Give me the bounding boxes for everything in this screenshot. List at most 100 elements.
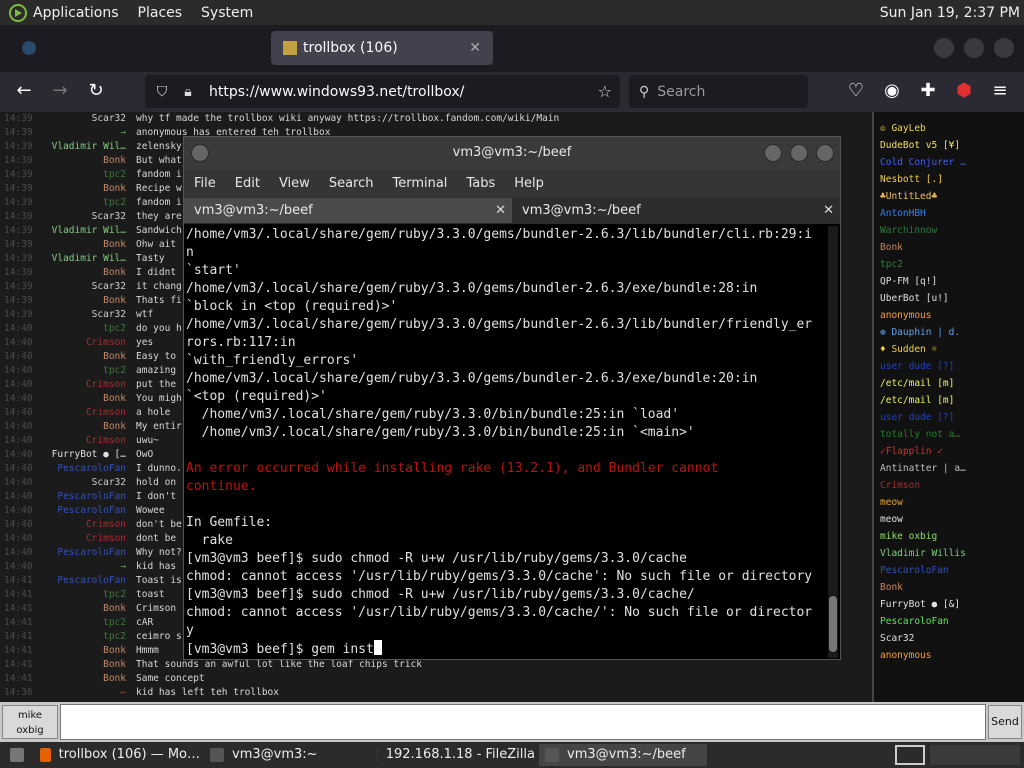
user-list-item[interactable]: anonymous	[874, 647, 1024, 664]
chat-nick[interactable]: Crimson	[6, 378, 126, 392]
terminal-tab-1[interactable]: vm3@vm3:~/beef ✕	[184, 198, 512, 223]
chat-nick[interactable]: Bonk	[6, 154, 126, 168]
show-desktop-icon[interactable]	[4, 744, 32, 766]
user-list-item[interactable]: meow	[874, 494, 1024, 511]
chat-nick[interactable]: tpc2	[6, 630, 126, 644]
menu-system[interactable]: System	[201, 5, 253, 21]
chat-nick[interactable]: Crimson	[6, 336, 126, 350]
back-arrow-icon[interactable]: ←	[12, 80, 36, 101]
terminal-maximize-button[interactable]	[790, 144, 808, 162]
chat-nick[interactable]: PescaroloFan	[6, 504, 126, 518]
chat-nick[interactable]: ←	[6, 686, 126, 700]
chat-nick[interactable]: PescaroloFan	[6, 462, 126, 476]
chat-nick[interactable]: Scar32	[6, 476, 126, 490]
chat-nick[interactable]: →	[6, 560, 126, 574]
user-list-item[interactable]: Vladimir Willis	[874, 545, 1024, 562]
chat-nick[interactable]: Bonk	[6, 238, 126, 252]
user-list-item[interactable]: totally not a…	[874, 426, 1024, 443]
browser-tab-inactive[interactable]	[10, 31, 260, 65]
forward-arrow-icon[interactable]: →	[48, 80, 72, 101]
chat-nick[interactable]: Crimson	[6, 532, 126, 546]
user-list-item[interactable]: Scar32	[874, 630, 1024, 647]
taskbar-item[interactable]: vm3@vm3:~/beef	[539, 744, 707, 766]
user-list-item[interactable]: Bonk	[874, 579, 1024, 596]
user-list-item[interactable]: ✓Flapplin ✓	[874, 443, 1024, 460]
clock[interactable]: Sun Jan 19, 2:37 PM	[880, 5, 1020, 21]
user-list[interactable]: ♔ GayLeb DudeBot v5 [¥] Cold Conjurer … Nes…	[872, 112, 1024, 702]
user-list-item[interactable]: ♦ Sudden ☼	[874, 341, 1024, 358]
user-list-item[interactable]: anonymous	[874, 307, 1024, 324]
menu-help[interactable]: Help	[514, 176, 544, 191]
terminal-tab-close-icon[interactable]: ✕	[823, 198, 834, 223]
chat-nick[interactable]: tpc2	[6, 364, 126, 378]
chat-nick[interactable]: tpc2	[6, 322, 126, 336]
user-list-item[interactable]: user dude [?]	[874, 358, 1024, 375]
user-list-item[interactable]: Nesbott [.]	[874, 171, 1024, 188]
chat-nick[interactable]: Scar32	[6, 280, 126, 294]
chat-nick[interactable]: Crimson	[6, 406, 126, 420]
hamburger-menu-icon[interactable]: ≡	[988, 80, 1012, 101]
tab-close-icon[interactable]: ✕	[469, 40, 481, 56]
chat-nick[interactable]: Scar32	[6, 308, 126, 322]
terminal-output[interactable]: /home/vm3/.local/share/gem/ruby/3.3.0/ge…	[186, 226, 826, 658]
user-list-item[interactable]: PescaroloFan	[874, 613, 1024, 630]
nickname-button[interactable]: mike oxbig	[2, 705, 58, 739]
chat-nick[interactable]: Scar32	[6, 210, 126, 224]
user-list-item[interactable]: user dude [?]	[874, 409, 1024, 426]
chat-nick[interactable]: Bonk	[6, 672, 126, 686]
chat-nick[interactable]: Bonk	[6, 644, 126, 658]
user-list-item[interactable]: AntonHBH	[874, 205, 1024, 222]
chat-nick[interactable]: tpc2	[6, 588, 126, 602]
chat-nick[interactable]: Vladimir Wil…	[6, 224, 126, 238]
chat-nick[interactable]: Bonk	[6, 658, 126, 672]
search-input[interactable]: ⚲ Search	[629, 75, 808, 108]
menu-file[interactable]: File	[194, 176, 216, 191]
chat-nick[interactable]: Bonk	[6, 350, 126, 364]
minimize-button[interactable]	[934, 38, 954, 58]
user-list-item[interactable]: FurryBot ● [&]	[874, 596, 1024, 613]
chat-nick[interactable]: tpc2	[6, 168, 126, 182]
terminal-window[interactable]: vm3@vm3:~/beef File Edit View Search Ter…	[183, 136, 841, 660]
message-input[interactable]	[60, 704, 986, 740]
terminal-title[interactable]: vm3@vm3:~/beef	[184, 137, 840, 169]
user-list-item[interactable]: PescaroloFan	[874, 562, 1024, 579]
pocket-icon[interactable]: ♡	[844, 80, 868, 101]
menu-edit[interactable]: Edit	[235, 176, 260, 191]
chat-nick[interactable]: Vladimir Wil…	[6, 252, 126, 266]
terminal-tab-2[interactable]: vm3@vm3:~/beef ✕	[512, 198, 840, 223]
chat-nick[interactable]: Scar32	[6, 112, 126, 126]
chat-nick[interactable]: FurryBot ● […	[6, 448, 126, 462]
workspace-2[interactable]	[930, 745, 1020, 765]
user-list-item[interactable]: /etc/mail [m]	[874, 375, 1024, 392]
menu-view[interactable]: View	[279, 176, 310, 191]
reload-icon[interactable]: ↻	[84, 80, 108, 101]
chat-nick[interactable]: →	[6, 126, 126, 140]
extensions-icon[interactable]: ✚	[916, 80, 940, 101]
browser-tab-trollbox[interactable]: trollbox (106) ✕	[271, 31, 493, 65]
distro-logo-icon[interactable]	[9, 3, 27, 22]
url-text[interactable]: https://www.windows93.net/trollbox/	[209, 84, 464, 100]
menu-terminal[interactable]: Terminal	[392, 176, 447, 191]
user-list-item[interactable]: Crimson	[874, 477, 1024, 494]
chat-nick[interactable]: Bonk	[6, 294, 126, 308]
chat-nick[interactable]: Bonk	[6, 182, 126, 196]
terminal-prompt-line[interactable]: [vm3@vm3 beef]$ gem inst	[186, 640, 826, 658]
user-list-item[interactable]: /etc/mail [m]	[874, 392, 1024, 409]
bookmark-star-icon[interactable]: ☆	[598, 82, 612, 101]
chat-nick[interactable]: tpc2	[6, 616, 126, 630]
terminal-tab-close-icon[interactable]: ✕	[495, 198, 506, 223]
chat-nick[interactable]: Bonk	[6, 266, 126, 280]
user-list-item[interactable]: tpc2	[874, 256, 1024, 273]
scrollbar-thumb[interactable]	[829, 596, 837, 652]
user-list-item[interactable]: Warchinnow	[874, 222, 1024, 239]
send-button[interactable]: Send	[988, 705, 1022, 739]
account-icon[interactable]: ◉	[880, 80, 904, 101]
shield-icon[interactable]: ⛉	[153, 84, 171, 100]
chat-nick[interactable]: Bonk	[6, 392, 126, 406]
terminal-scrollbar[interactable]	[828, 226, 838, 658]
terminal-close-button[interactable]	[816, 144, 834, 162]
close-window-button[interactable]	[994, 38, 1014, 58]
user-list-item[interactable]: QP-FM [q!]	[874, 273, 1024, 290]
user-list-item[interactable]: UberBot [u!]	[874, 290, 1024, 307]
url-bar[interactable]: ⛉ 🔒︎ https://www.windows93.net/trollbox/…	[145, 75, 620, 108]
